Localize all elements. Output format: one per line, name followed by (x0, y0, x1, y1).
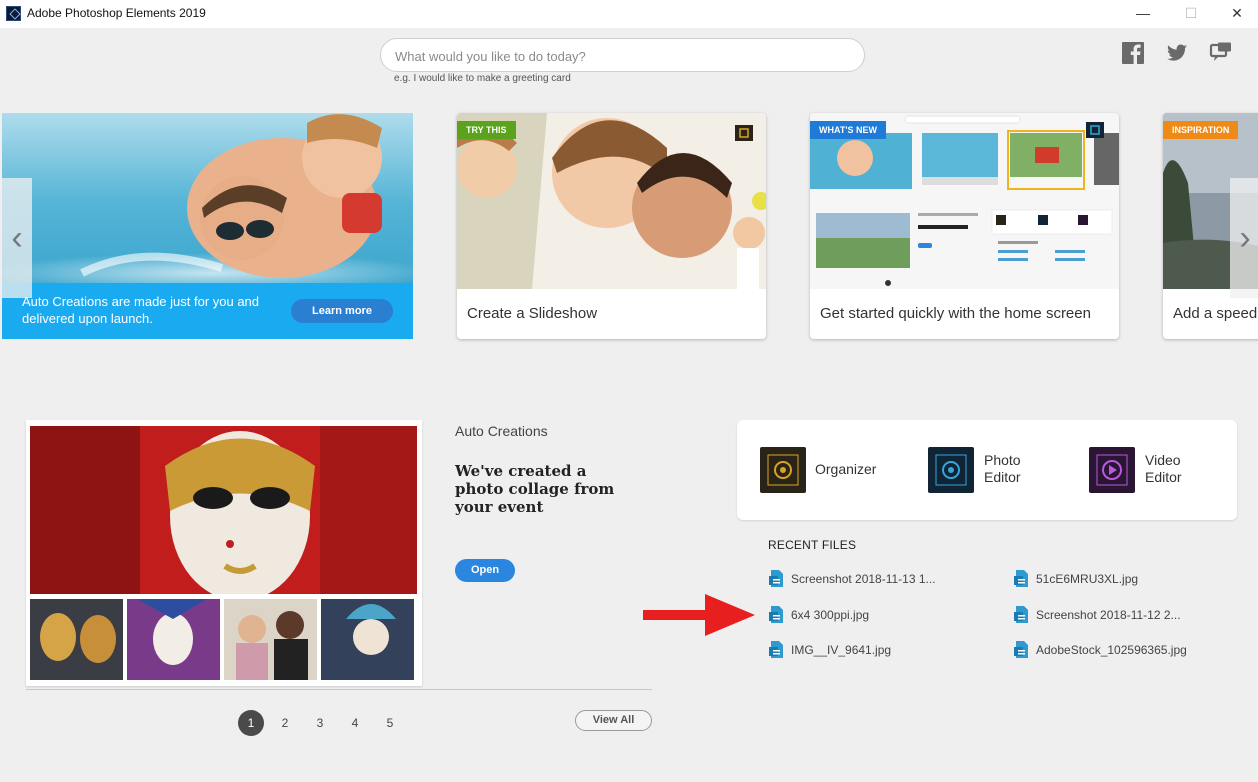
search-box[interactable] (380, 38, 865, 72)
title-bar: Adobe Photoshop Elements 2019 — ☐ ✕ (0, 0, 1258, 28)
close-button[interactable]: ✕ (1214, 0, 1258, 28)
search-input[interactable] (395, 46, 850, 66)
card-caption: Create a Slideshow (467, 305, 598, 322)
organizer-icon[interactable] (760, 447, 806, 493)
red-arrow-annotation (643, 594, 755, 636)
photo-editor-icon[interactable] (928, 447, 974, 493)
kids-swimming-illustration (80, 114, 382, 278)
slideshow-photo (457, 113, 766, 289)
facebook-icon[interactable] (1121, 41, 1145, 65)
feedback-icon[interactable] (1209, 41, 1233, 65)
collage-thumb-4 (321, 599, 414, 680)
twitter-icon[interactable] (1165, 41, 1189, 65)
auto-creation-collage[interactable] (26, 420, 422, 686)
file-name: 51cE6MRU3XL.jpg (1036, 572, 1139, 586)
maximize-button[interactable]: ☐ (1168, 0, 1214, 28)
file-icon (769, 570, 783, 587)
file-icon (769, 641, 783, 658)
collage-main-photo (30, 426, 417, 594)
file-icon (1014, 606, 1028, 623)
hero-auto-creations-card[interactable]: Auto Creations are made just for you and… (2, 113, 413, 339)
learn-more-button[interactable]: Learn more (291, 299, 393, 323)
video-editor-icon[interactable] (1089, 447, 1135, 493)
file-icon (769, 606, 783, 623)
file-name: 6x4 300ppi.jpg (791, 608, 870, 622)
search-hint: e.g. I would like to make a greeting car… (394, 73, 571, 84)
organizer-label[interactable]: Organizer (815, 461, 876, 478)
recent-files-title: RECENT FILES (768, 538, 857, 552)
home-screen-preview (810, 113, 1119, 289)
file-name: Screenshot 2018-11-13 1... (791, 572, 936, 586)
carousel-prev-button[interactable]: ‹ (2, 178, 32, 298)
page-4-button[interactable]: 4 (342, 710, 368, 736)
open-button[interactable]: Open (455, 559, 515, 582)
minimize-button[interactable]: — (1120, 0, 1166, 28)
auto-creation-title: We've created a photo collage from your … (455, 462, 615, 516)
window-title: Adobe Photoshop Elements 2019 (27, 6, 206, 20)
app-logo-icon (6, 6, 21, 21)
carousel-next-button[interactable]: › (1230, 178, 1258, 298)
page-1-button[interactable]: 1 (238, 710, 264, 736)
apps-launcher-panel: Organizer Photo Editor Video Editor (737, 420, 1237, 520)
card-caption: Get started quickly with the home screen (820, 305, 1091, 322)
file-name: IMG__IV_9641.jpg (791, 643, 892, 657)
file-icon (1014, 641, 1028, 658)
page-2-button[interactable]: 2 (272, 710, 298, 736)
auto-creations-label: Auto Creations (455, 423, 548, 439)
card-caption: Add a speed (1173, 305, 1258, 322)
card-tag: INSPIRATION (1163, 121, 1239, 139)
file-name: AdobeStock_102596365.jpg (1036, 643, 1187, 657)
card-create-slideshow[interactable]: TRY THIS Create a Slideshow (457, 113, 766, 339)
collage-thumb-3 (224, 599, 317, 680)
file-icon (1014, 570, 1028, 587)
collage-thumb-1 (30, 599, 123, 680)
collage-thumb-2 (127, 599, 220, 680)
divider (26, 689, 652, 690)
photo-editor-label[interactable]: Photo Editor (984, 452, 1034, 486)
file-name: Screenshot 2018-11-12 2... (1036, 608, 1181, 622)
video-editor-label[interactable]: Video Editor (1145, 452, 1195, 486)
view-all-button[interactable]: View All (575, 710, 652, 731)
card-tag: WHAT'S NEW (810, 121, 886, 139)
card-home-screen[interactable]: WHAT'S NEW Get started quickly with the … (810, 113, 1119, 339)
page-3-button[interactable]: 3 (307, 710, 333, 736)
hero-text: Auto Creations are made just for you and… (22, 294, 260, 326)
page-5-button[interactable]: 5 (377, 710, 403, 736)
card-tag: TRY THIS (457, 121, 516, 139)
